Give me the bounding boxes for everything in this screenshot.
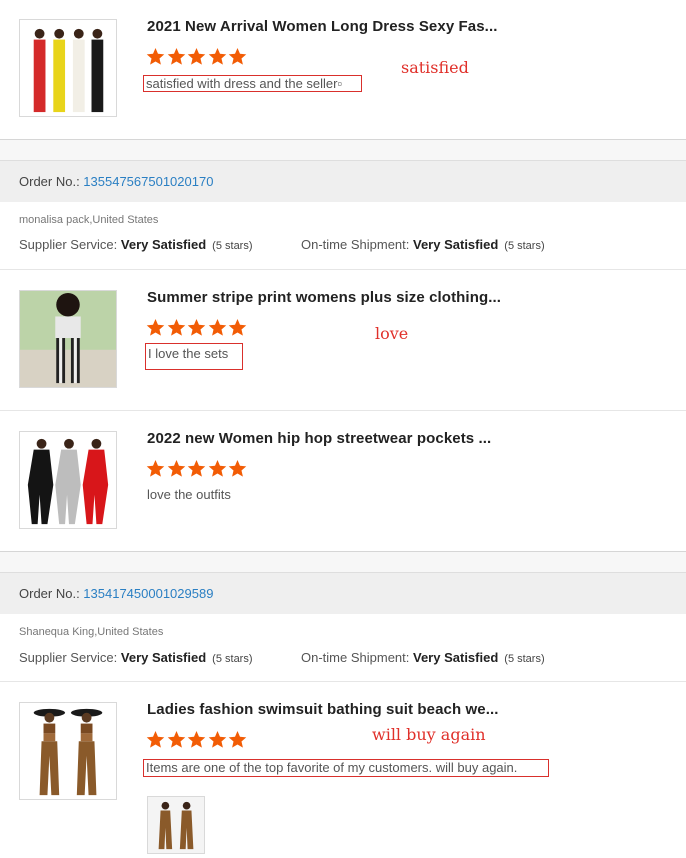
supplier-service-rating: Supplier Service: Very Satisfied (5 stars… [19,650,253,665]
review-text: satisfied with dress and the seller▫ [143,75,362,92]
star-icon [187,318,206,336]
shipment-rating: On-time Shipment: Very Satisfied (5 stars… [301,237,545,252]
divider [0,269,686,270]
product-image-jumpsuits[interactable] [19,431,117,529]
star-icon [208,47,226,65]
supplier-service-label: Supplier Service: [19,237,121,252]
section-gap [0,552,686,572]
star-icon [187,459,206,477]
star-icon [146,318,165,336]
order-header: Order No.: 135417450001029589 [0,572,686,614]
supplier-service-stars: (5 stars) [212,653,253,665]
star-icon [208,318,226,336]
buyer-name: monalisa pack,United States [19,214,159,226]
star-icon [146,730,165,748]
product-title[interactable]: 2022 new Women hip hop streetwear pocket… [147,430,491,447]
supplier-service-rating: Supplier Service: Very Satisfied (5 stars… [19,237,253,252]
shipment-stars: (5 stars) [504,240,545,252]
star-icon [146,459,165,477]
star-icon [167,459,185,477]
star-icon [228,730,247,748]
product-title[interactable]: 2021 New Arrival Women Long Dress Sexy F… [147,18,497,35]
review-text: love the outfits [147,487,231,502]
star-icon [208,730,226,748]
annotation-label: love [375,324,409,343]
supplier-service-value: Very Satisfied [120,650,207,665]
shipment-label: On-time Shipment: [301,650,413,665]
star-icon [208,459,226,477]
rating-stars [146,730,249,750]
order-number-row: Order No.: 135547567501020170 [19,174,213,189]
annotation-label: will buy again [372,725,486,744]
star-icon [167,47,185,65]
product-title[interactable]: Ladies fashion swimsuit bathing suit bea… [147,701,499,718]
review-text: I love the sets [145,343,243,370]
shipment-value: Very Satisfied [413,650,499,665]
star-icon [187,47,206,65]
star-icon [228,47,247,65]
order-label: Order No.: [19,174,84,189]
star-icon [167,318,185,336]
supplier-service-stars: (5 stars) [212,240,253,252]
order-header: Order No.: 135547567501020170 [0,160,686,202]
section-gap [0,140,686,160]
supplier-service-label: Supplier Service: [19,650,121,665]
supplier-service-value: Very Satisfied [120,237,207,252]
shipment-label: On-time Shipment: [301,237,413,252]
order-number-row: Order No.: 135417450001029589 [19,586,213,601]
order-number-link[interactable]: 135417450001029589 [83,586,213,601]
star-icon [187,730,206,748]
product-title[interactable]: Summer stripe print womens plus size clo… [147,289,501,306]
product-image-swimsuit[interactable] [19,702,117,800]
shipment-rating: On-time Shipment: Very Satisfied (5 stars… [301,650,545,665]
star-icon [167,730,185,748]
divider [0,681,686,682]
annotation-label: satisfied [401,58,469,77]
divider [0,410,686,411]
star-icon [146,47,165,65]
product-image-stripe-set[interactable] [19,290,117,388]
star-icon [228,459,247,477]
rating-stars [146,47,249,67]
star-icon [228,318,247,336]
shipment-stars: (5 stars) [504,653,545,665]
buyer-name: Shanequa King,United States [19,626,164,638]
rating-stars [146,318,249,338]
product-image-dresses[interactable] [19,19,117,117]
order-label: Order No.: [19,586,84,601]
order-number-link[interactable]: 135547567501020170 [83,174,213,189]
review-text: Items are one of the top favorite of my … [143,759,549,777]
shipment-value: Very Satisfied [413,237,499,252]
review-photo-thumbnail[interactable] [147,796,205,854]
rating-stars [146,459,249,479]
